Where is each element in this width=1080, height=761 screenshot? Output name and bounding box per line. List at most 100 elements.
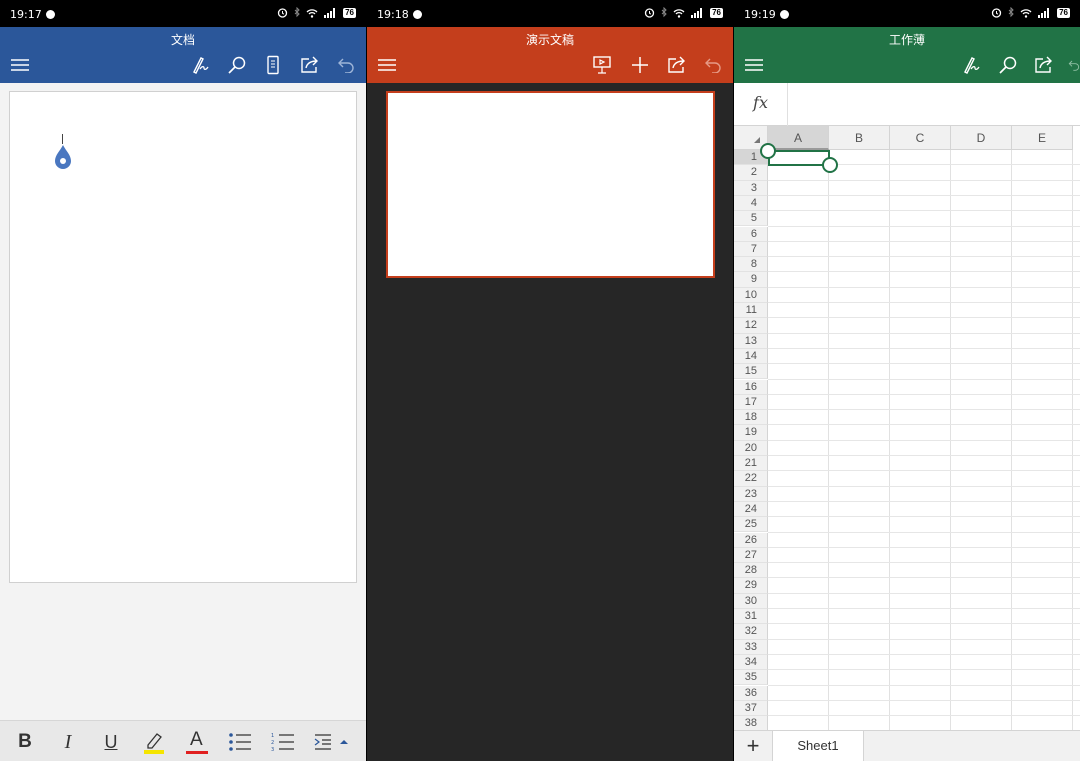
row-header[interactable]: 16 (734, 379, 768, 395)
row-header[interactable]: 9 (734, 272, 768, 288)
battery-indicator: 76 (710, 7, 723, 18)
spreadsheet-grid[interactable]: A B C D E 1 2 3 4 5 6 7 8 9 10 11 12 13 14 15 16 17 18 19 20 21 22… (734, 126, 1080, 730)
row-header[interactable]: 10 (734, 287, 768, 303)
highlight-button[interactable] (140, 729, 168, 755)
row-header[interactable]: 15 (734, 364, 768, 380)
slide-canvas[interactable] (386, 91, 715, 278)
row-header[interactable]: 29 (734, 578, 768, 594)
add-icon[interactable] (628, 54, 652, 76)
row-header[interactable]: 8 (734, 257, 768, 273)
row-header[interactable]: 21 (734, 456, 768, 472)
row-header[interactable]: 22 (734, 471, 768, 487)
status-time-text: 19:17 (10, 8, 42, 21)
wifi-icon (673, 8, 685, 18)
row-header[interactable]: 31 (734, 609, 768, 625)
grid-row-line (768, 317, 1080, 319)
grid-row-line (768, 546, 1080, 548)
share-icon[interactable] (1032, 54, 1056, 76)
search-icon[interactable] (225, 54, 249, 76)
document-title: 文档 (170, 33, 195, 47)
selected-cell[interactable] (768, 150, 830, 166)
menu-icon[interactable] (375, 54, 399, 76)
grid-row-line (768, 715, 1080, 717)
cursor-handle-icon[interactable] (54, 144, 72, 170)
undo-icon[interactable] (334, 54, 358, 76)
row-header[interactable]: 19 (734, 425, 768, 441)
mobile-view-icon[interactable] (261, 54, 285, 76)
share-icon[interactable] (298, 54, 322, 76)
alarm-icon (277, 8, 288, 18)
row-header[interactable]: 6 (734, 226, 768, 242)
row-header[interactable]: 27 (734, 547, 768, 564)
italic-button[interactable]: I (54, 729, 82, 755)
signal-icon (691, 7, 703, 18)
selection-handle-start[interactable] (760, 143, 776, 159)
grid-row-line (768, 516, 1080, 518)
column-header[interactable]: C (890, 126, 951, 150)
undo-icon[interactable] (701, 54, 725, 76)
row-header[interactable]: 37 (734, 700, 768, 717)
alarm-icon (644, 8, 655, 18)
row-header[interactable]: 34 (734, 654, 768, 671)
menu-icon[interactable] (742, 54, 766, 76)
column-header[interactable]: B (829, 126, 890, 150)
row-header[interactable]: 18 (734, 410, 768, 426)
row-header[interactable]: 20 (734, 440, 768, 456)
row-header[interactable]: 17 (734, 394, 768, 411)
row-header[interactable]: 2 (734, 165, 768, 181)
notification-icon (412, 10, 422, 19)
search-icon[interactable] (996, 54, 1020, 76)
grid-row-line (768, 240, 1080, 242)
grid-row-line (768, 500, 1080, 502)
row-header[interactable]: 7 (734, 241, 768, 258)
selection-handle-end[interactable] (822, 157, 838, 173)
indent-icon (314, 734, 331, 750)
column-header[interactable]: E (1012, 126, 1073, 150)
row-header[interactable]: 26 (734, 532, 768, 548)
row-header[interactable]: 14 (734, 348, 768, 365)
row-header[interactable]: 38 (734, 716, 768, 730)
grid-row-line (768, 577, 1080, 579)
row-header[interactable]: 25 (734, 517, 768, 533)
bold-button[interactable]: B (11, 729, 39, 755)
row-header[interactable]: 32 (734, 624, 768, 640)
row-header[interactable]: 30 (734, 593, 768, 609)
fx-icon[interactable]: fx (734, 83, 788, 126)
row-header[interactable]: 28 (734, 563, 768, 579)
grid-row-line (768, 669, 1080, 671)
underline-button[interactable]: U (97, 729, 125, 755)
row-header[interactable]: 13 (734, 333, 768, 349)
present-icon[interactable] (590, 54, 614, 76)
share-icon[interactable] (665, 54, 689, 76)
row-header[interactable]: 33 (734, 639, 768, 655)
numbered-list-icon: 123 (271, 733, 294, 752)
expand-toolbar-button[interactable] (334, 729, 354, 755)
row-header[interactable]: 4 (734, 195, 768, 212)
add-sheet-button[interactable]: + (734, 731, 772, 761)
column-header[interactable]: A (768, 126, 829, 150)
indent-button[interactable] (309, 729, 337, 755)
grid-row-line (768, 562, 1080, 564)
row-header[interactable]: 23 (734, 486, 768, 502)
bullet-list-button[interactable] (226, 729, 254, 755)
sheet-tab[interactable]: Sheet1 (772, 731, 864, 761)
menu-icon[interactable] (8, 54, 32, 76)
column-header[interactable]: D (951, 126, 1012, 150)
draw-icon[interactable] (189, 54, 213, 76)
numbered-list-button[interactable]: 123 (269, 729, 297, 755)
font-color-button[interactable]: A (183, 729, 211, 755)
row-header[interactable]: 3 (734, 180, 768, 196)
row-header[interactable]: 35 (734, 670, 768, 686)
row-header[interactable]: 12 (734, 318, 768, 334)
draw-icon[interactable] (960, 54, 984, 76)
sheet-tabs-bar: + Sheet1 (734, 730, 1080, 761)
formula-bar[interactable]: fx (734, 83, 1080, 126)
row-header[interactable]: 5 (734, 211, 768, 227)
document-page[interactable] (9, 91, 357, 583)
status-icons: 76 (277, 7, 356, 18)
undo-icon[interactable] (1068, 54, 1080, 76)
row-header[interactable]: 36 (734, 685, 768, 701)
row-header[interactable]: 24 (734, 501, 768, 518)
row-header[interactable]: 11 (734, 303, 768, 319)
status-bar: 19:18 76 (367, 0, 733, 27)
